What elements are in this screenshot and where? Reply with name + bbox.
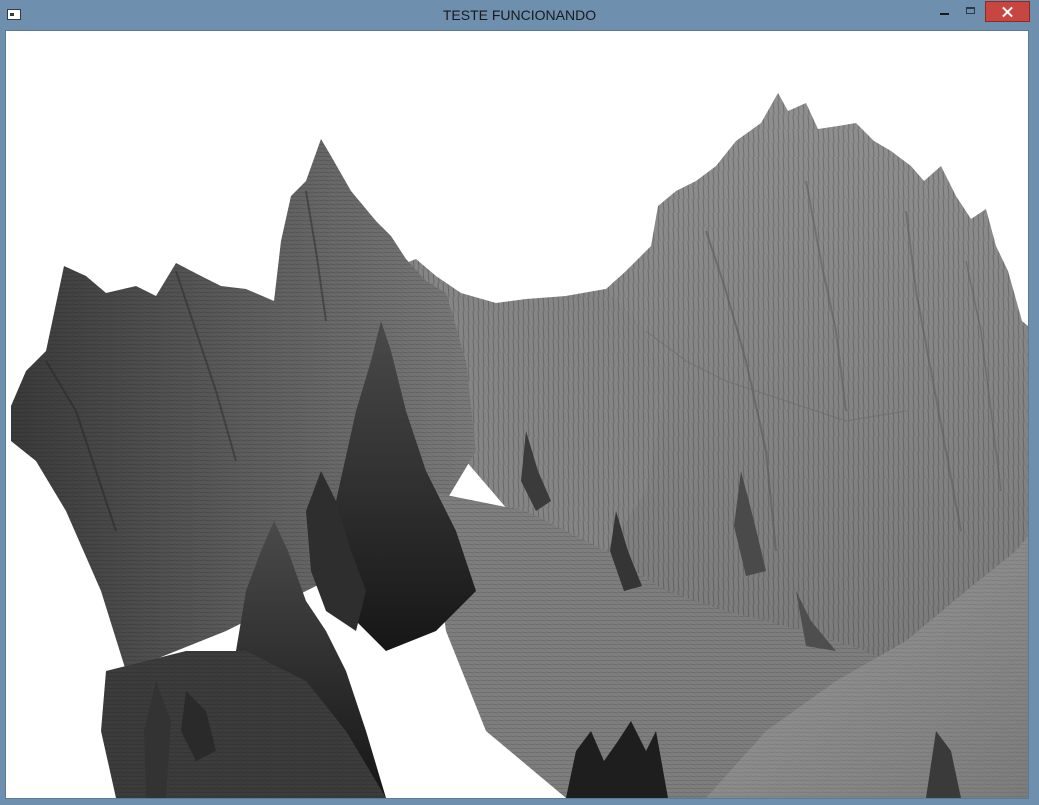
application-window: TESTE FUNCIONANDO [0, 0, 1039, 805]
minimize-button[interactable] [930, 1, 958, 22]
render-viewport[interactable] [5, 30, 1029, 799]
title-bar[interactable]: TESTE FUNCIONANDO [0, 0, 1039, 30]
window-title: TESTE FUNCIONANDO [442, 7, 597, 23]
close-button[interactable] [985, 1, 1030, 22]
terrain-render [11, 93, 1028, 798]
maximize-button[interactable] [958, 1, 984, 22]
